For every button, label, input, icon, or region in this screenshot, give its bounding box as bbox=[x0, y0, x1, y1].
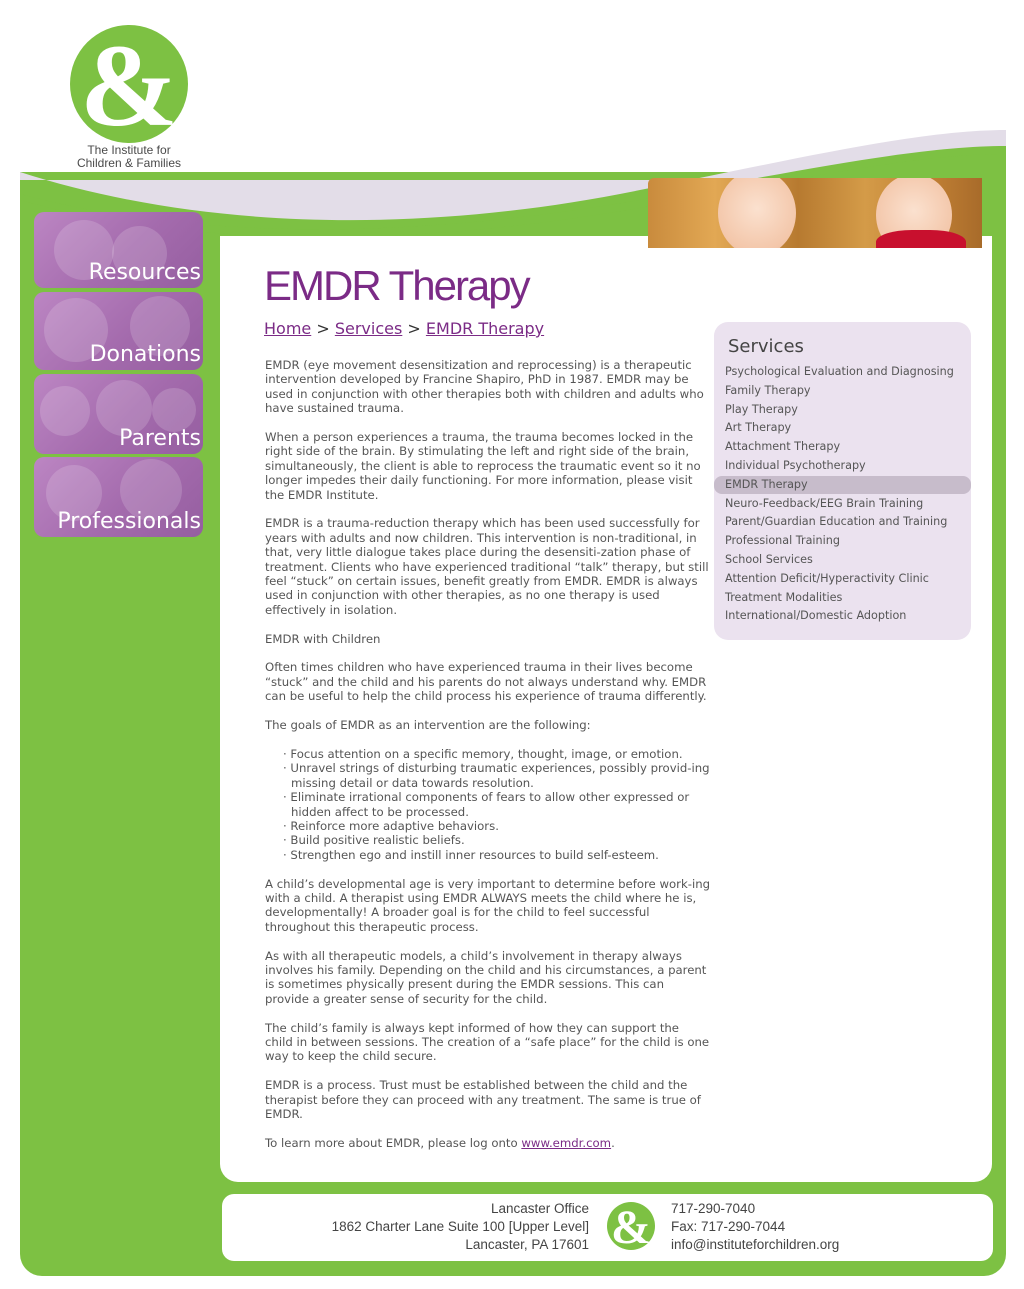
article-paragraph: Often times children who have experience… bbox=[265, 660, 707, 704]
footer-logo: & bbox=[607, 1202, 655, 1250]
nav-label-donations: Donations bbox=[89, 342, 201, 367]
nav-resources[interactable]: Resources bbox=[34, 212, 203, 288]
article-paragraph: The goals of EMDR as an intervention are… bbox=[265, 718, 591, 733]
footer-email[interactable]: info@instituteforchildren.org bbox=[671, 1236, 839, 1254]
goals-list-item: · Focus attention on a specific memory, … bbox=[283, 746, 683, 761]
footer-address: Lancaster Office 1862 Charter Lane Suite… bbox=[300, 1200, 589, 1254]
footer-logo-ampersand: & bbox=[611, 1202, 651, 1250]
emdr-link[interactable]: www.emdr.com bbox=[521, 1136, 611, 1150]
goals-list-item: · Reinforce more adaptive behaviors. bbox=[283, 818, 499, 833]
footer-fax: Fax: 717-290-7044 bbox=[671, 1219, 786, 1234]
footer-contact: 717-290-7040 Fax: 717-290-7044 info@inst… bbox=[671, 1200, 839, 1254]
article-paragraph: A child’s developmental age is very impo… bbox=[265, 876, 711, 934]
breadcrumb-separator: > bbox=[407, 319, 421, 338]
service-link-adoption[interactable]: International/Domestic Adoption bbox=[714, 607, 971, 625]
breadcrumb-home[interactable]: Home bbox=[264, 319, 311, 338]
closing-suffix: . bbox=[611, 1135, 615, 1150]
child-shirt bbox=[876, 230, 966, 248]
goals-list-item: · Build positive realistic beliefs. bbox=[283, 833, 465, 848]
service-link-emdr-therapy[interactable]: EMDR Therapy bbox=[714, 476, 971, 494]
article-body: EMDR (eye movement desensitization and r… bbox=[265, 358, 710, 1165]
child-face-left bbox=[718, 178, 796, 248]
article-paragraph: The child’s family is always kept inform… bbox=[265, 1020, 710, 1064]
article-paragraph: EMDR (eye movement desensitization and r… bbox=[265, 358, 704, 416]
goals-list: · Focus attention on a specific memory, … bbox=[283, 747, 710, 862]
service-link-parent-education[interactable]: Parent/Guardian Education and Training bbox=[714, 513, 971, 531]
service-link-professional-training[interactable]: Professional Training bbox=[714, 532, 971, 550]
goals-list-item: · Strengthen ego and instill inner resou… bbox=[283, 847, 659, 862]
service-link-play-therapy[interactable]: Play Therapy bbox=[714, 401, 971, 419]
footer-office: Lancaster Office bbox=[490, 1201, 589, 1216]
service-link-attachment-therapy[interactable]: Attachment Therapy bbox=[714, 438, 971, 456]
footer-address-line1: 1862 Charter Lane Suite 100 [Upper Level… bbox=[331, 1219, 589, 1234]
nav-donations[interactable]: Donations bbox=[34, 292, 203, 370]
service-link-psych-eval[interactable]: Psychological Evaluation and Diagnosing bbox=[714, 363, 971, 381]
article-paragraph: As with all therapeutic models, a child’… bbox=[265, 948, 707, 1006]
closing-prefix: To learn more about EMDR, please log ont… bbox=[265, 1135, 522, 1150]
service-link-family-therapy[interactable]: Family Therapy bbox=[714, 382, 971, 400]
service-link-art-therapy[interactable]: Art Therapy bbox=[714, 419, 971, 437]
nav-professionals[interactable]: Professionals bbox=[34, 457, 203, 537]
photo-shape bbox=[40, 386, 90, 436]
goals-list-item: · Eliminate irrational components of fea… bbox=[283, 790, 690, 819]
nav-label-professionals: Professionals bbox=[57, 509, 201, 534]
article-paragraph: EMDR is a process. Trust must be establi… bbox=[265, 1078, 701, 1121]
article-paragraph: When a person experiences a trauma, the … bbox=[265, 430, 701, 502]
article-paragraph: EMDR is a trauma-reduction therapy which… bbox=[265, 516, 709, 617]
nav-parents[interactable]: Parents bbox=[34, 374, 203, 454]
page-title: EMDR Therapy bbox=[264, 262, 531, 309]
breadcrumb-current[interactable]: EMDR Therapy bbox=[426, 319, 544, 338]
service-link-adhd-clinic[interactable]: Attention Deficit/Hyperactivity Clinic bbox=[714, 570, 971, 588]
article-closing: To learn more about EMDR, please log ont… bbox=[265, 1136, 710, 1150]
article-subheading: EMDR with Children bbox=[265, 631, 381, 646]
breadcrumb-services[interactable]: Services bbox=[335, 319, 402, 338]
breadcrumb: Home > Services > EMDR Therapy bbox=[264, 318, 544, 340]
service-link-individual-psychotherapy[interactable]: Individual Psychotherapy bbox=[714, 457, 971, 475]
breadcrumb-separator: > bbox=[316, 319, 330, 338]
footer-phone: 717-290-7040 bbox=[671, 1201, 756, 1216]
service-link-school-services[interactable]: School Services bbox=[714, 551, 971, 569]
nav-label-resources: Resources bbox=[88, 260, 201, 285]
services-title: Services bbox=[728, 336, 804, 357]
header-photo-children bbox=[648, 178, 982, 248]
goals-list-item: · Unravel strings of disturbing traumati… bbox=[283, 761, 710, 790]
service-link-treatment-modalities[interactable]: Treatment Modalities bbox=[714, 589, 971, 607]
nav-label-parents: Parents bbox=[119, 426, 201, 451]
footer-address-line2: Lancaster, PA 17601 bbox=[465, 1237, 589, 1252]
service-link-neurofeedback[interactable]: Neuro-Feedback/EEG Brain Training bbox=[714, 495, 971, 513]
